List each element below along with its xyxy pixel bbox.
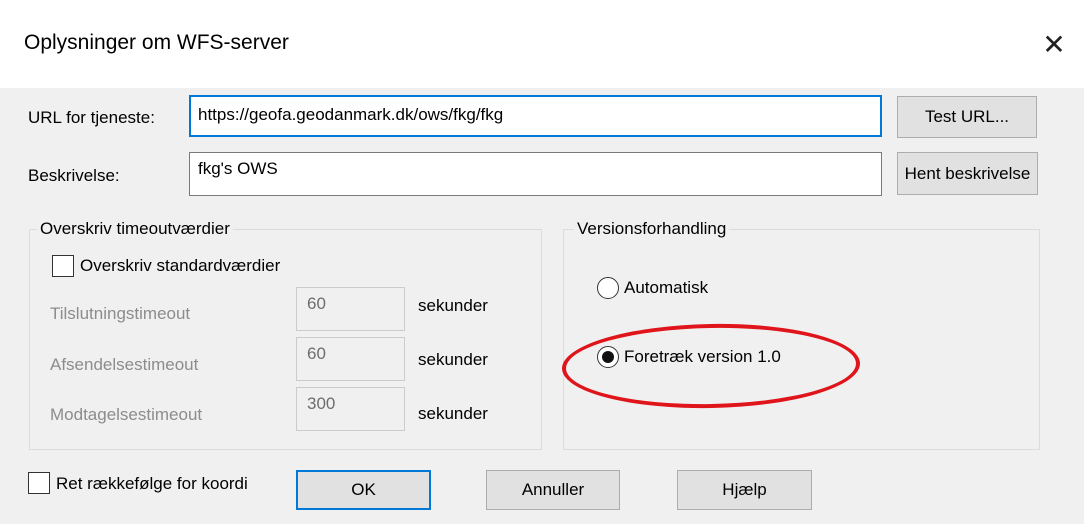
connection-timeout-field: 60 — [296, 287, 405, 331]
send-timeout-field: 60 — [296, 337, 405, 381]
title-bar: Oplysninger om WFS-server ✕ — [0, 0, 1084, 88]
test-url-button[interactable]: Test URL... — [897, 96, 1037, 138]
receive-timeout-unit: sekunder — [418, 404, 488, 423]
override-defaults-checkbox[interactable] — [52, 255, 74, 277]
cancel-button[interactable]: Annuller — [486, 470, 620, 510]
override-defaults-label: Overskriv standardværdier — [80, 256, 281, 275]
url-label: URL for tjeneste: — [28, 108, 155, 127]
send-timeout-label: Afsendelsestimeout — [50, 355, 199, 374]
axis-order-label: Ret rækkefølge for koordi — [56, 474, 248, 493]
close-button[interactable]: ✕ — [1034, 26, 1074, 62]
help-button[interactable]: Hjælp — [677, 470, 812, 510]
receive-timeout-field: 300 — [296, 387, 405, 431]
radio-automatic-label: Automatisk — [624, 278, 709, 297]
send-timeout-unit: sekunder — [418, 350, 488, 369]
ok-button[interactable]: OK — [296, 470, 431, 510]
description-input[interactable]: fkg's OWS — [189, 152, 882, 196]
receive-timeout-label: Modtagelsestimeout — [50, 405, 203, 424]
url-input[interactable]: https://geofa.geodanmark.dk/ows/fkg/fkg — [189, 95, 882, 137]
radio-automatic[interactable] — [597, 277, 619, 299]
timeouts-group-title: Overskriv timeoutværdier — [37, 219, 233, 239]
connection-timeout-unit: sekunder — [418, 296, 488, 315]
axis-order-checkbox[interactable] — [28, 472, 50, 494]
fetch-description-button[interactable]: Hent beskrivelse — [897, 152, 1038, 195]
close-icon: ✕ — [1042, 28, 1066, 60]
connection-timeout-label: Tilslutningstimeout — [50, 304, 191, 323]
dialog-title: Oplysninger om WFS-server — [24, 31, 289, 54]
description-label: Beskrivelse: — [28, 166, 120, 185]
version-group-title: Versionsforhandling — [574, 219, 730, 239]
